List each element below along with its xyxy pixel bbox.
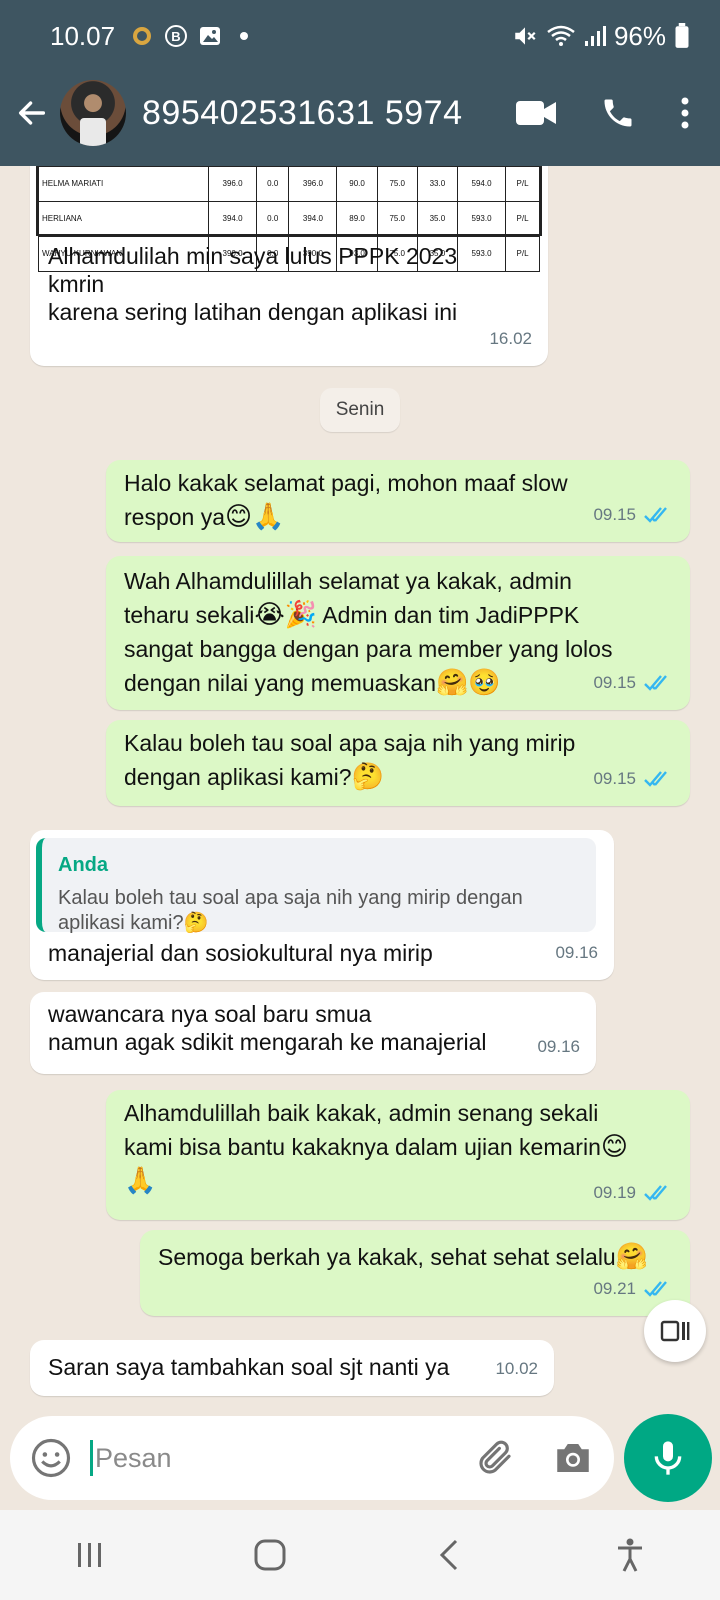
text-cursor: [90, 1440, 93, 1476]
contact-avatar[interactable]: [60, 80, 126, 146]
message-text: manajerial dan sosiokultural nya mirip: [48, 940, 433, 966]
outgoing-message[interactable]: Wah Alhamdulillah selamat ya kakak, admi…: [106, 556, 690, 710]
read-ticks-icon: [644, 1185, 667, 1201]
emoji: 😭🎉: [254, 600, 318, 630]
message-text: Halo kakak selamat pagi, mohon maaf slow…: [124, 470, 568, 532]
chat-header: 895402531631 5974: [0, 78, 720, 148]
message-text: wawancara nya soal baru smua namun agak …: [48, 1001, 487, 1055]
quoted-message[interactable]: Anda Kalau boleh tau soal apa saja nih y…: [36, 838, 596, 934]
message-text: Saran saya tambahkan soal sjt nanti ya: [48, 1354, 450, 1380]
system-navigation-bar: [0, 1510, 720, 1600]
message-text: Alhamdulilah min saya lulus PPPK 2023 km…: [48, 243, 458, 325]
message-time: 09.16: [555, 943, 598, 962]
contact-name[interactable]: 895402531631 5974: [142, 94, 463, 133]
quoted-author: Anda: [58, 854, 108, 876]
quoted-text: Kalau boleh tau soal apa saja nih yang m…: [58, 887, 523, 934]
status-time: 10.07: [50, 20, 116, 51]
dot-icon: [231, 23, 257, 49]
emoji: 🤔: [351, 762, 384, 792]
outgoing-message[interactable]: Semoga berkah ya kakak, sehat sehat sela…: [140, 1230, 690, 1316]
table-row: HELMA MARIATI 396.0 0.0 396.0 90.0 75.0 33.0 59…: [38, 166, 540, 202]
signal-icon: [584, 26, 606, 46]
view-toggle-icon: [660, 1320, 690, 1342]
message-text: Semoga berkah ya kakak, sehat sehat sela…: [158, 1242, 649, 1272]
top-bar: 10.07 B 96% 895402531631 5974: [0, 0, 720, 166]
read-ticks-icon: [644, 507, 667, 523]
camera-icon[interactable]: [552, 1437, 594, 1479]
wifi-icon: [547, 25, 575, 46]
notification-app-icon: [129, 23, 155, 49]
scroll-view-toggle-button[interactable]: [644, 1300, 706, 1362]
recent-apps-icon[interactable]: [70, 1535, 110, 1575]
mute-icon: [515, 27, 536, 45]
shared-image-table[interactable]: HELMA MARIATI 396.0 0.0 396.0 90.0 75.0 33.0 59…: [36, 166, 542, 272]
back-arrow-icon[interactable]: [12, 93, 52, 133]
message-time: 09.21: [593, 1272, 674, 1306]
table-row: HERLIANA 394.0 0.0 394.0 89.0 75.0 35.0 593.0 P/…: [38, 201, 540, 237]
more-options-icon[interactable]: [680, 96, 690, 130]
outgoing-message[interactable]: Halo kakak selamat pagi, mohon maaf slow…: [106, 460, 690, 542]
emoji: 😊🙏: [225, 502, 285, 532]
b-app-icon: B: [163, 23, 189, 49]
read-ticks-icon: [644, 771, 667, 787]
voice-call-icon[interactable]: [600, 95, 636, 131]
message-time: 09.15: [593, 762, 674, 796]
emoji-icon[interactable]: [30, 1437, 72, 1479]
read-ticks-icon: [644, 1281, 667, 1297]
message-time: 09.15: [593, 666, 674, 700]
attachment-icon[interactable]: [474, 1437, 516, 1479]
home-icon[interactable]: [250, 1535, 290, 1575]
emoji: 🤗🥹: [435, 668, 501, 698]
outgoing-message[interactable]: Alhamdulillah baik kakak, admin senang s…: [106, 1090, 690, 1220]
svg-text:B: B: [171, 29, 180, 44]
message-input-bar[interactable]: Pesan: [10, 1416, 614, 1500]
battery-percent: 96%: [613, 20, 666, 51]
message-time: 16.02: [489, 329, 532, 348]
incoming-message[interactable]: HELMA MARIATI 396.0 0.0 396.0 90.0 75.0 33.0 59…: [30, 166, 548, 366]
nav-back-icon[interactable]: [430, 1535, 470, 1575]
incoming-message[interactable]: wawancara nya soal baru smua namun agak …: [30, 992, 596, 1074]
message-input[interactable]: Pesan: [95, 1443, 172, 1474]
microphone-icon: [654, 1441, 682, 1475]
outgoing-message[interactable]: Kalau boleh tau soal apa saja nih yang m…: [106, 720, 690, 806]
read-ticks-icon: [644, 675, 667, 691]
video-call-icon[interactable]: [516, 99, 556, 127]
date-divider: Senin: [320, 388, 400, 432]
status-bar: 10.07 B 96%: [50, 18, 690, 54]
status-right: 96%: [512, 21, 690, 52]
emoji: 🙏: [124, 1166, 157, 1196]
emoji: 🤗: [615, 1242, 649, 1272]
incoming-reply-message[interactable]: Anda Kalau boleh tau soal apa saja nih y…: [30, 830, 614, 980]
message-time: 09.19: [593, 1176, 674, 1210]
battery-icon: [675, 23, 689, 48]
emoji: 😊: [600, 1132, 628, 1162]
message-text: Kalau boleh tau soal apa saja nih yang m…: [124, 730, 576, 792]
chat-area[interactable]: HELMA MARIATI 396.0 0.0 396.0 90.0 75.0 33.0 59…: [0, 166, 720, 1406]
gallery-icon: [197, 23, 223, 49]
message-time: 09.15: [593, 498, 674, 532]
message-time: 10.02: [495, 1359, 538, 1378]
message-time: 09.16: [537, 1037, 580, 1056]
incoming-message[interactable]: Saran saya tambahkan soal sjt nanti ya 1…: [30, 1340, 554, 1396]
voice-record-button[interactable]: [624, 1414, 712, 1502]
accessibility-icon[interactable]: [610, 1535, 650, 1575]
